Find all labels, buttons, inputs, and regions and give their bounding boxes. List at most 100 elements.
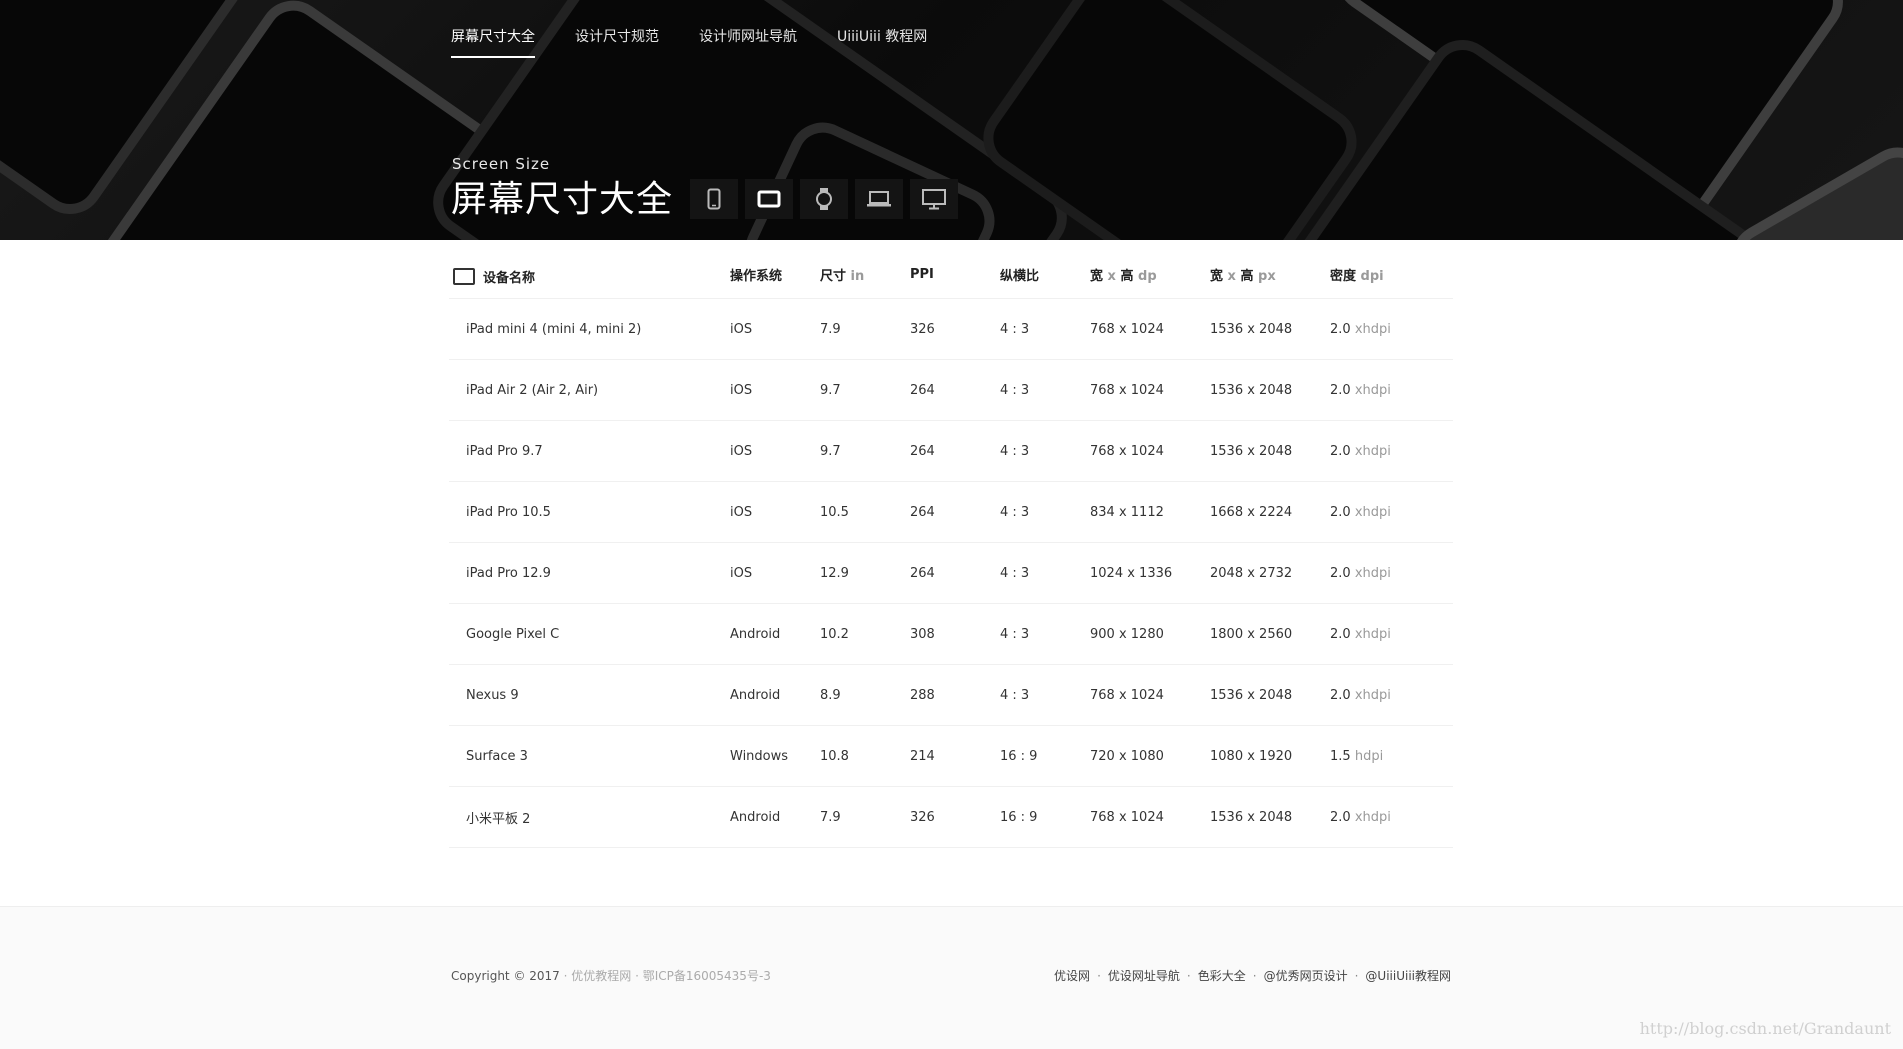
cell-dp: 720 x 1080 (1090, 748, 1164, 764)
cell-device: Google Pixel C (466, 626, 560, 642)
cell-ppi: 214 (910, 748, 935, 764)
cell-ppi: 326 (910, 321, 935, 337)
tab-phone[interactable] (690, 179, 738, 219)
tab-watch[interactable] (800, 179, 848, 219)
cell-dp: 768 x 1024 (1090, 321, 1164, 337)
cell-density: 2.0 xhdpi (1330, 504, 1391, 520)
cell-ppi: 264 (910, 565, 935, 581)
cell-px: 1536 x 2048 (1210, 443, 1293, 459)
separator-dot: · (1252, 968, 1257, 983)
cell-device: iPad mini 4 (mini 4, mini 2) (466, 321, 642, 337)
cell-px: 1536 x 2048 (1210, 382, 1293, 398)
cell-density: 2.0 xhdpi (1330, 687, 1391, 703)
table-row: iPad Pro 9.7 iOS 9.7 264 4 : 3 768 x 102… (449, 421, 1453, 482)
cell-device: iPad Pro 10.5 (466, 504, 551, 520)
cell-dp: 1024 x 1336 (1090, 565, 1173, 581)
tablet-icon (757, 190, 781, 208)
cell-dp: 768 x 1024 (1090, 443, 1164, 459)
cell-dp: 900 x 1280 (1090, 626, 1164, 642)
cell-os: Windows (730, 748, 789, 764)
column-header-device: 设备名称 (449, 263, 730, 286)
column-header-os: 操作系统 (730, 268, 783, 284)
cell-ppi: 326 (910, 809, 935, 825)
cell-device: iPad Pro 9.7 (466, 443, 543, 459)
cell-ppi: 264 (910, 504, 935, 520)
cell-px: 1080 x 1920 (1210, 748, 1293, 764)
cell-ratio: 16 : 9 (1000, 809, 1038, 825)
cell-dp: 834 x 1112 (1090, 504, 1164, 520)
cell-device: 小米平板 2 (466, 811, 531, 827)
nav-item-design-specs[interactable]: 设计尺寸规范 (575, 0, 659, 58)
cell-os: iOS (730, 321, 753, 337)
nav-item-uiiiuiii[interactable]: UiiiUiii 教程网 (837, 0, 927, 58)
table-row: Nexus 9 Android 8.9 288 4 : 3 768 x 1024… (449, 665, 1453, 726)
table-row: iPad Pro 10.5 iOS 10.5 264 4 : 3 834 x 1… (449, 482, 1453, 543)
cell-device: Surface 3 (466, 748, 528, 764)
cell-dp: 768 x 1024 (1090, 687, 1164, 703)
cell-px: 1800 x 2560 (1210, 626, 1293, 642)
cell-ppi: 288 (910, 687, 935, 703)
cell-density: 2.0 xhdpi (1330, 443, 1391, 459)
cell-ratio: 4 : 3 (1000, 321, 1030, 337)
cell-px: 1668 x 2224 (1210, 504, 1293, 520)
cell-device: iPad Air 2 (Air 2, Air) (466, 382, 599, 398)
tablet-icon (453, 267, 475, 285)
cell-os: Android (730, 626, 781, 642)
separator-dot: · (1186, 968, 1191, 983)
cell-size: 10.8 (820, 748, 849, 764)
cell-density: 2.0 xhdpi (1330, 809, 1391, 825)
cell-size: 9.7 (820, 443, 841, 459)
tab-tablet[interactable] (745, 179, 793, 219)
table-row: iPad mini 4 (mini 4, mini 2) iOS 7.9 326… (449, 299, 1453, 360)
nav-item-designer-nav[interactable]: 设计师网址导航 (699, 0, 797, 58)
desktop-icon (921, 188, 947, 210)
cell-ratio: 4 : 3 (1000, 565, 1030, 581)
cell-ratio: 4 : 3 (1000, 504, 1030, 520)
cell-size: 9.7 (820, 382, 841, 398)
footer-link-uiiiuiii[interactable]: @UiiiUiii教程网 (1365, 967, 1451, 984)
column-header-density: 密度 dpi (1330, 268, 1384, 284)
hero-subtitle: Screen Size (452, 155, 551, 173)
watermark-text: http://blog.csdn.net/Grandaunt (1639, 1019, 1891, 1038)
footer-copyright: Copyright © 2017 · 优优教程网 · 鄂ICP备16005435… (451, 969, 771, 983)
cell-ppi: 264 (910, 443, 935, 459)
cell-size: 7.9 (820, 321, 841, 337)
cell-os: iOS (730, 443, 753, 459)
cell-os: Android (730, 809, 781, 825)
footer-links: 优设网 · 优设网址导航 · 色彩大全 · @优秀网页设计 · @UiiiUii… (1054, 967, 1451, 984)
column-header-ppi: PPI (910, 266, 934, 282)
top-nav: 屏幕尺寸大全 设计尺寸规范 设计师网址导航 UiiiUiii 教程网 (451, 0, 927, 58)
footer: Copyright © 2017 · 优优教程网 · 鄂ICP备16005435… (0, 906, 1903, 1049)
screen-size-table: 设备名称 操作系统 尺寸 in PPI 纵横比 宽 x 高 dp 宽 x 高 p… (449, 240, 1453, 848)
cell-size: 7.9 (820, 809, 841, 825)
cell-density: 2.0 xhdpi (1330, 565, 1391, 581)
cell-density: 2.0 xhdpi (1330, 321, 1391, 337)
footer-link-colors[interactable]: 色彩大全 (1198, 967, 1246, 984)
cell-size: 10.2 (820, 626, 849, 642)
cell-size: 10.5 (820, 504, 849, 520)
column-header-ratio: 纵横比 (1000, 268, 1040, 284)
footer-link-web-design[interactable]: @优秀网页设计 (1264, 967, 1348, 984)
phone-icon (707, 188, 721, 210)
column-header-px: 宽 x 高 px (1210, 268, 1276, 284)
footer-link-uisdc[interactable]: 优设网 (1054, 967, 1090, 984)
cell-ratio: 16 : 9 (1000, 748, 1038, 764)
watch-icon (815, 187, 833, 211)
separator-dot: · (1354, 968, 1359, 983)
page-title: 屏幕尺寸大全 (451, 179, 674, 220)
nav-item-screen-sizes[interactable]: 屏幕尺寸大全 (451, 0, 535, 58)
cell-size: 8.9 (820, 687, 841, 703)
laptop-icon (866, 190, 892, 208)
table-row: 小米平板 2 Android 7.9 326 16 : 9 768 x 1024… (449, 787, 1453, 848)
cell-device: iPad Pro 12.9 (466, 565, 551, 581)
hero-banner: 屏幕尺寸大全 设计尺寸规范 设计师网址导航 UiiiUiii 教程网 Scree… (0, 0, 1903, 240)
tab-desktop[interactable] (910, 179, 958, 219)
cell-ppi: 264 (910, 382, 935, 398)
footer-link-uisdc-nav[interactable]: 优设网址导航 (1108, 967, 1180, 984)
tab-laptop[interactable] (855, 179, 903, 219)
cell-ratio: 4 : 3 (1000, 626, 1030, 642)
cell-os: iOS (730, 565, 753, 581)
cell-dp: 768 x 1024 (1090, 382, 1164, 398)
separator-dot: · (1097, 968, 1101, 983)
cell-px: 1536 x 2048 (1210, 687, 1293, 703)
